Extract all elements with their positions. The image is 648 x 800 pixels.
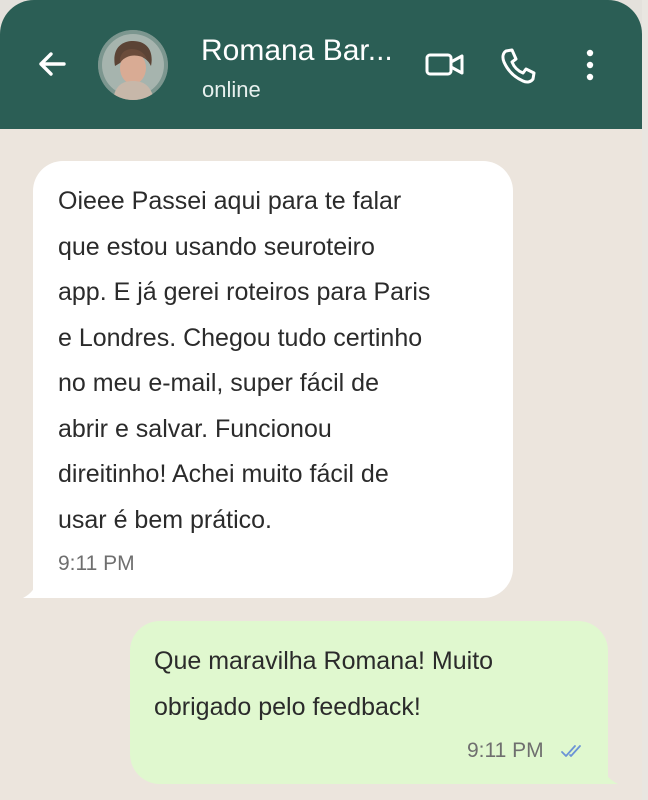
message-line: obrigado pelo feedback! [154, 693, 421, 721]
incoming-message-text: Oieee Passei aqui para te falar que esto… [58, 179, 498, 543]
message-line: abrir e salvar. Funcionou [58, 414, 332, 443]
outgoing-message-text: Que maravilha Romana! Muito obrigado pel… [154, 638, 594, 730]
incoming-message-time: 9:11 PM [58, 552, 135, 575]
contact-avatar[interactable] [98, 30, 168, 100]
chat-screen: Romana Bar... online Oieee Passei aqui p… [0, 0, 642, 800]
back-arrow-icon[interactable] [32, 44, 72, 84]
video-camera-icon[interactable] [424, 49, 466, 79]
contact-name[interactable]: Romana Bar... [201, 34, 409, 68]
message-line: que estou usando seuroteiro [58, 232, 375, 261]
incoming-bubble-tail [23, 582, 47, 598]
message-line: e Londres. Chegou tudo certinho [58, 323, 423, 352]
contact-status: online [202, 77, 261, 102]
screen-edge [642, 0, 648, 800]
message-line: usar é bem prático. [58, 505, 272, 534]
more-options-icon[interactable] [578, 45, 602, 85]
phone-icon[interactable] [497, 45, 539, 87]
outgoing-bubble-tail [598, 766, 618, 784]
double-check-icon [561, 745, 581, 757]
outgoing-message-time: 9:11 PM [467, 739, 544, 762]
message-line: Oieee Passei aqui para te falar [58, 187, 402, 215]
message-line: app. E já gerei roteiros para Paris [58, 278, 431, 306]
message-line: Que maravilha Romana! Muito [154, 647, 494, 675]
chat-header: Romana Bar... online [0, 0, 642, 129]
message-line: no meu e-mail, super fácil de [58, 369, 379, 397]
message-line: direitinho! Achei muito fácil de [58, 460, 389, 488]
avatar-photo [98, 30, 168, 100]
